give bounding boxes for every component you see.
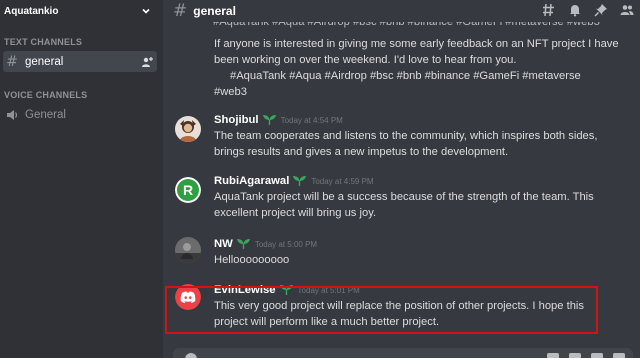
bell-icon[interactable] (568, 3, 582, 17)
hash-icon: # (6, 53, 18, 70)
gift-icon[interactable] (547, 353, 559, 358)
avatar[interactable] (175, 116, 201, 142)
timestamp: Today at 4:59 PM (311, 176, 374, 186)
gif-icon[interactable] (569, 353, 581, 358)
members-icon[interactable] (620, 3, 634, 17)
threads-icon[interactable] (542, 3, 556, 17)
sprout-badge-icon (236, 239, 250, 249)
message-header: RubiAgarawal Today at 4:59 PM (214, 175, 374, 187)
chevron-down-icon (142, 8, 150, 14)
category-label: TEXT CHANNELS (4, 37, 83, 47)
hash-icon: # (173, 1, 188, 21)
chat-area: # general #AquaTank #Aqua #Airdrop #bsc … (163, 0, 640, 358)
message-text: Hellooooooooo (214, 254, 290, 266)
author-name[interactable]: Shojibul (214, 114, 259, 126)
message-text: excellent project will bring us joy. (214, 207, 377, 219)
message-hashtags: #AquaTank #Aqua #Airdrop #bsc #bnb #bina… (230, 70, 581, 82)
avatar[interactable] (175, 237, 201, 263)
sidebar-item-general-text[interactable]: # general (3, 51, 157, 72)
message-list: #AquaTank #Aqua #Airdrop #bsc #bnb #bina… (163, 22, 640, 344)
speaker-icon (5, 108, 19, 122)
timestamp: Today at 4:54 PM (280, 115, 343, 125)
sprout-badge-icon (262, 115, 276, 125)
author-name[interactable]: RubiAgarawal (214, 175, 289, 187)
highlight-box (165, 286, 598, 334)
category-voice-channels[interactable]: VOICE CHANNELS (0, 90, 163, 100)
sidebar-item-general-voice[interactable]: General (3, 104, 157, 125)
sticker-icon[interactable] (591, 353, 603, 358)
message-text: #AquaTank #Aqua #Airdrop #bsc #bnb #bina… (213, 22, 600, 28)
message-header: NW Today at 5:00 PM (214, 238, 317, 250)
channel-header: # general (163, 0, 640, 22)
server-name: Aquatankio (4, 5, 59, 17)
category-text-channels[interactable]: TEXT CHANNELS (0, 37, 163, 47)
add-attachment-icon[interactable] (185, 353, 197, 358)
header-toolbar (542, 3, 634, 17)
channel-sidebar: Aquatankio TEXT CHANNELS # general VOICE… (0, 0, 163, 358)
avatar[interactable]: R (175, 177, 201, 203)
sprout-badge-icon (293, 176, 307, 186)
message-text: AquaTank project will be a success becau… (214, 191, 594, 203)
author-name[interactable]: NW (214, 238, 233, 250)
message-input[interactable] (173, 348, 633, 358)
channel-label: General (25, 108, 66, 121)
message-text: brings results and gives a new impetus t… (214, 146, 509, 158)
pin-icon[interactable] (594, 3, 608, 17)
message-text: The team cooperates and listens to the c… (214, 130, 598, 142)
message-header: Shojibul Today at 4:54 PM (214, 114, 343, 126)
svg-text:R: R (183, 182, 193, 198)
add-member-icon[interactable] (141, 56, 153, 68)
message-body: The team cooperates and listens to the c… (214, 128, 624, 160)
channel-title: general (193, 4, 236, 18)
message-body: Hellooooooooo (214, 252, 624, 268)
timestamp: Today at 5:00 PM (254, 239, 318, 249)
message-hashtags: #web3 (214, 86, 247, 98)
message-text: If anyone is interested in giving me som… (214, 38, 619, 66)
input-toolbar (547, 353, 625, 358)
emoji-icon[interactable] (613, 353, 625, 358)
channel-label: general (25, 55, 64, 68)
category-label: VOICE CHANNELS (4, 90, 88, 100)
server-header[interactable]: Aquatankio (0, 0, 163, 22)
message-body: AquaTank project will be a success becau… (214, 189, 624, 221)
message-body: If anyone is interested in giving me som… (214, 36, 624, 100)
